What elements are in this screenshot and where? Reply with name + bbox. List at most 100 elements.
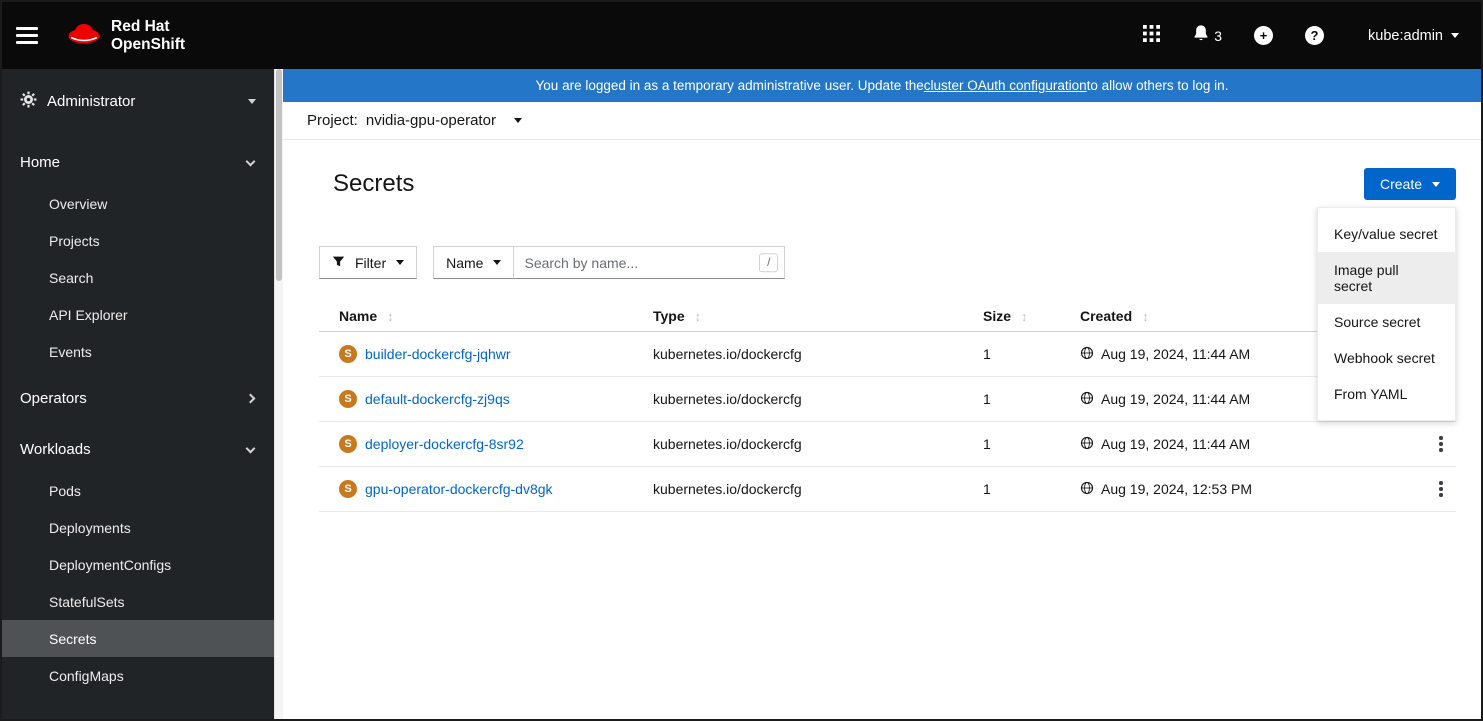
help-button[interactable]: ? — [1305, 26, 1325, 45]
secret-icon: S — [339, 390, 357, 408]
perspective-switcher[interactable]: Administrator — [2, 69, 274, 134]
sidebar-item-pods[interactable]: Pods — [2, 472, 274, 509]
create-menu-item-key-value-secret[interactable]: Key/value secret — [1318, 216, 1455, 252]
globe-timestamp-icon — [1080, 346, 1094, 363]
sidebar-item-projects[interactable]: Projects — [2, 222, 274, 259]
column-header-name[interactable]: Name ↕ — [339, 308, 653, 324]
caret-down-icon — [513, 118, 522, 123]
openshift-console: Red Hat OpenShift 3 + ? kube:admin Admin… — [0, 0, 1483, 721]
sort-icon: ↕ — [387, 308, 394, 324]
secret-icon: S — [339, 345, 357, 363]
plus-circle-icon: + — [1254, 26, 1274, 45]
sidebar-item-configmaps[interactable]: ConfigMaps — [2, 657, 274, 694]
project-selector[interactable]: Project: nvidia-gpu-operator — [283, 102, 1481, 140]
sidebar-item-api-explorer[interactable]: API Explorer — [2, 296, 274, 333]
page-title: Secrets — [333, 170, 415, 197]
sidebar-scrollbar[interactable] — [274, 69, 283, 719]
table-row: S default-dockercfg-zj9qs kubernetes.io/… — [319, 377, 1456, 422]
secret-name-link[interactable]: gpu-operator-dockercfg-dv8gk — [365, 481, 553, 497]
sidebar-item-secrets[interactable]: Secrets — [2, 620, 274, 657]
create-menu-item-from-yaml[interactable]: From YAML — [1318, 376, 1455, 412]
caret-down-icon — [1451, 33, 1459, 38]
secret-icon: S — [339, 480, 357, 498]
redhat-fedora-icon — [66, 20, 102, 52]
section-label: Home — [20, 154, 61, 171]
sidebar-section-home[interactable]: Home — [2, 140, 274, 185]
sidebar-section-workloads[interactable]: Workloads — [2, 427, 274, 472]
secret-created: Aug 19, 2024, 12:53 PM — [1080, 481, 1412, 498]
bell-icon — [1192, 24, 1210, 47]
table-body: S builder-dockercfg-jqhwr kubernetes.io/… — [319, 332, 1456, 512]
filter-label: Filter — [355, 254, 387, 271]
grid-icon — [1143, 24, 1161, 47]
column-header-type[interactable]: Type ↕ — [653, 308, 983, 324]
create-menu: Key/value secret Image pull secret Source … — [1317, 207, 1456, 421]
brand-line1: Red Hat — [111, 18, 170, 36]
username: kube:admin — [1368, 27, 1443, 44]
sidebar-nav: Home Overview Projects Search API Explorer Ev… — [2, 140, 274, 694]
create-menu-item-webhook-secret[interactable]: Webhook secret — [1318, 340, 1455, 376]
app-launcher-button[interactable] — [1143, 24, 1161, 47]
table-row: S builder-dockercfg-jqhwr kubernetes.io/… — [319, 332, 1456, 377]
globe-timestamp-icon — [1080, 436, 1094, 453]
column-header-size[interactable]: Size ↕ — [983, 308, 1080, 324]
secret-size: 1 — [983, 481, 991, 497]
sidebar: Administrator Home Overview Projects Search… — [2, 69, 274, 719]
sort-icon: ↕ — [1021, 308, 1028, 324]
sidebar-item-search[interactable]: Search — [2, 259, 274, 296]
secret-created: Aug 19, 2024, 11:44 AM — [1080, 436, 1412, 453]
search-attribute-dropdown[interactable]: Name — [433, 246, 515, 279]
project-label: Project: — [307, 112, 358, 129]
nav-toggle-button[interactable] — [16, 19, 50, 53]
caret-down-icon — [248, 99, 256, 104]
main-content: You are logged in as a temporary adminis… — [283, 69, 1481, 719]
page-header: Secrets Create — [283, 140, 1481, 206]
chevron-down-icon — [245, 443, 256, 453]
import-yaml-button[interactable]: + — [1254, 26, 1274, 45]
filter-dropdown[interactable]: Filter — [319, 246, 418, 279]
notifications-button[interactable]: 3 — [1192, 24, 1222, 47]
cluster-oauth-link[interactable]: cluster OAuth configuration — [924, 78, 1087, 93]
search-attribute-label: Name — [446, 254, 484, 271]
secret-name-link[interactable]: builder-dockercfg-jqhwr — [365, 346, 511, 362]
perspective-label: Administrator — [47, 93, 136, 110]
search-group: Name / — [433, 246, 786, 279]
sort-icon: ↕ — [1142, 308, 1149, 324]
sidebar-item-statefulsets[interactable]: StatefulSets — [2, 583, 274, 620]
secret-name-link[interactable]: default-dockercfg-zj9qs — [365, 391, 510, 407]
kebab-menu-button[interactable] — [1426, 474, 1456, 504]
banner-text-before: You are logged in as a temporary adminis… — [535, 78, 924, 93]
search-input[interactable] — [513, 246, 786, 279]
sidebar-item-events[interactable]: Events — [2, 333, 274, 370]
globe-timestamp-icon — [1080, 391, 1094, 408]
filter-icon — [332, 255, 345, 271]
filter-toolbar: Filter Name / — [283, 246, 1481, 279]
masthead-toolbar: 3 + ? kube:admin — [1143, 24, 1459, 47]
question-circle-icon: ? — [1305, 26, 1325, 45]
sidebar-item-overview[interactable]: Overview — [2, 185, 274, 222]
user-menu[interactable]: kube:admin — [1368, 28, 1459, 44]
brand-logo: Red Hat OpenShift — [66, 18, 185, 53]
sidebar-item-deploymentconfigs[interactable]: DeploymentConfigs — [2, 546, 274, 583]
caret-down-icon — [396, 260, 405, 265]
project-value: nvidia-gpu-operator — [365, 112, 496, 129]
create-menu-item-source-secret[interactable]: Source secret — [1318, 304, 1455, 340]
create-button[interactable]: Create — [1363, 168, 1456, 200]
secret-type: kubernetes.io/dockercfg — [653, 346, 802, 362]
caret-down-icon — [1432, 181, 1440, 187]
kebab-menu-button[interactable] — [1426, 429, 1456, 459]
sidebar-item-deployments[interactable]: Deployments — [2, 509, 274, 546]
globe-timestamp-icon — [1080, 481, 1094, 498]
create-menu-item-image-pull-secret[interactable]: Image pull secret — [1318, 252, 1455, 304]
secret-size: 1 — [983, 346, 991, 362]
secret-name-link[interactable]: deployer-dockercfg-8sr92 — [365, 436, 524, 452]
chevron-down-icon — [245, 156, 256, 166]
banner-text-after: to allow others to log in. — [1086, 78, 1229, 93]
secret-type: kubernetes.io/dockercfg — [653, 436, 802, 452]
create-button-label: Create — [1379, 176, 1422, 192]
table-header: Name ↕ Type ↕ Size ↕ Created ↕ — [319, 301, 1456, 332]
temp-admin-banner: You are logged in as a temporary adminis… — [283, 69, 1481, 102]
section-label: Operators — [20, 390, 87, 407]
scrollbar-thumb[interactable] — [276, 69, 282, 281]
sidebar-section-operators[interactable]: Operators — [2, 376, 274, 421]
